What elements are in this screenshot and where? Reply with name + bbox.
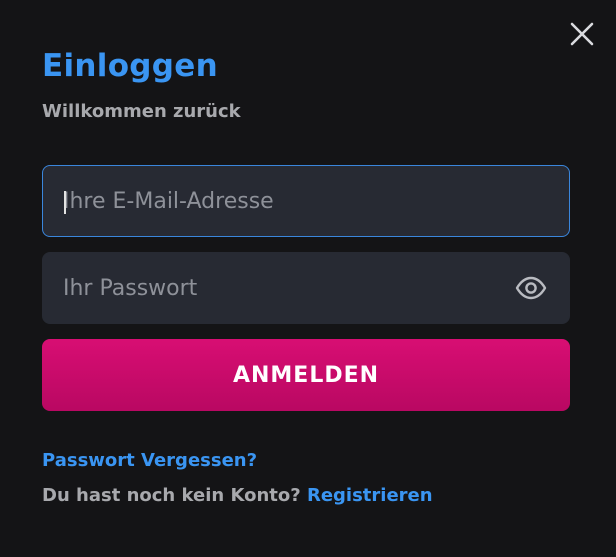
dialog-title: Einloggen — [42, 48, 218, 84]
dialog-subtitle: Willkommen zurück — [42, 101, 241, 122]
close-icon[interactable] — [568, 20, 596, 48]
text-cursor — [64, 191, 66, 214]
register-prompt: Du hast noch kein Konto? Registrieren — [42, 484, 433, 508]
no-account-text: Du hast noch kein Konto? — [42, 485, 301, 506]
password-input[interactable] — [63, 253, 483, 323]
eye-icon[interactable] — [515, 275, 547, 301]
forgot-password-link[interactable]: Passwort Vergessen? — [42, 449, 257, 473]
login-button[interactable]: ANMELDEN — [42, 339, 570, 411]
password-field-container[interactable] — [42, 252, 570, 324]
login-dialog: Einloggen Willkommen zurück ANMELDEN Pas… — [0, 0, 616, 557]
register-link[interactable]: Registrieren — [307, 485, 433, 506]
email-input[interactable] — [63, 166, 553, 236]
email-field-container[interactable] — [42, 165, 570, 237]
